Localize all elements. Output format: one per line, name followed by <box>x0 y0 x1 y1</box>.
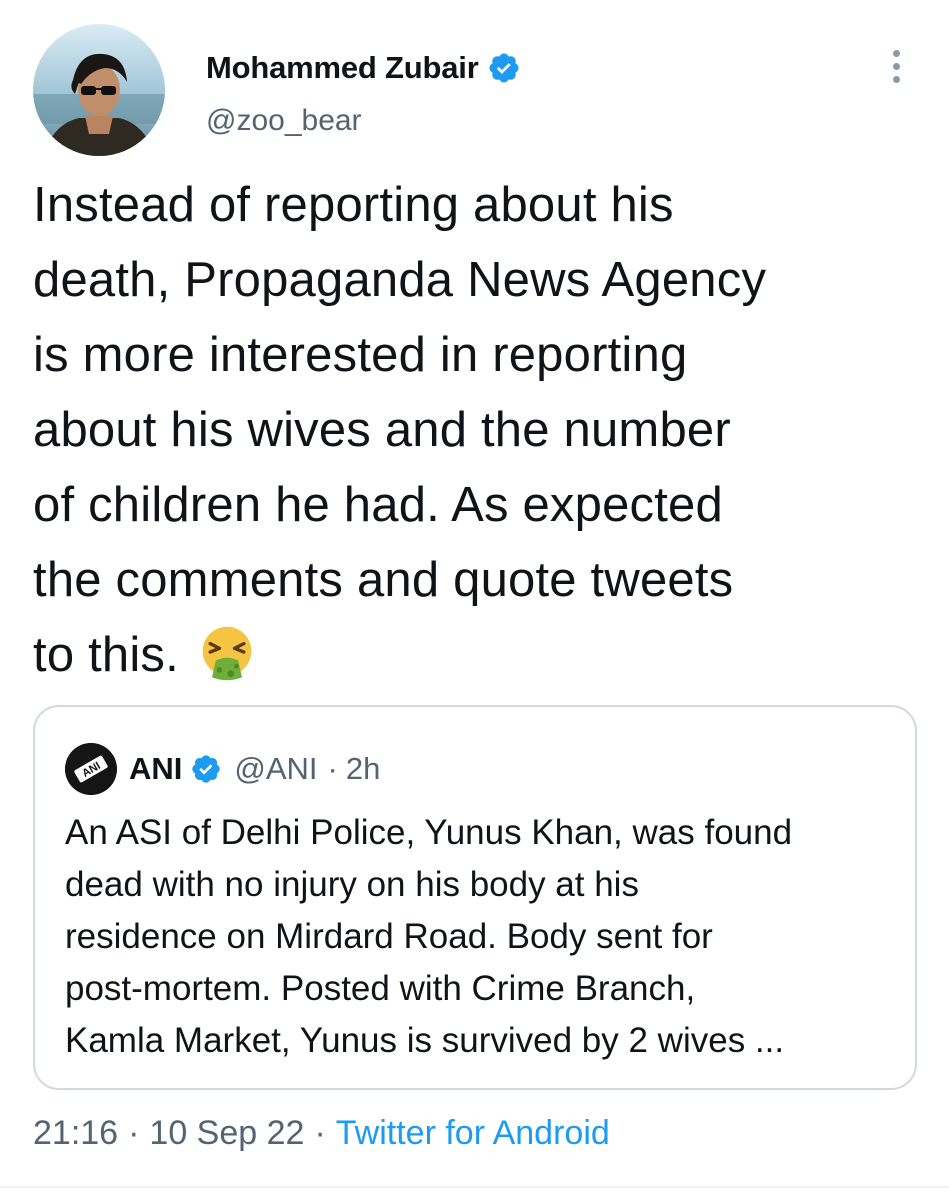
quoted-timestamp[interactable]: 2h <box>346 751 380 787</box>
tweet-footer: 21:16 · 10 Sep 22 · Twitter for Android <box>33 1108 610 1158</box>
tweet-text: Instead of reporting about his death, Pr… <box>33 168 923 693</box>
quoted-tweet-header: ANI ANI @ANI · 2h <box>65 743 380 795</box>
quoted-text-line: dead with no injury on his body at his <box>65 865 639 904</box>
tweet-time[interactable]: 21:16 <box>33 1114 118 1153</box>
quoted-text-line: An ASI of Delhi Police, Yunus Khan, was … <box>65 813 793 852</box>
quoted-separator: · <box>327 751 338 786</box>
verified-badge-icon <box>192 755 221 783</box>
footer-separator: · <box>128 1113 140 1152</box>
quoted-author-handle[interactable]: @ANI <box>234 751 317 787</box>
quoted-author-name[interactable]: ANI <box>129 751 182 787</box>
tweet-source-link[interactable]: Twitter for Android <box>336 1114 610 1153</box>
quoted-text-line: residence on Mirdard Road. Body sent for <box>65 917 713 956</box>
face-vomiting-icon <box>202 626 252 681</box>
tweet-text-line: Instead of reporting about his <box>33 178 674 232</box>
author-name[interactable]: Mohammed Zubair <box>206 50 479 86</box>
tweet-text-line: to this. <box>33 628 179 682</box>
author-name-row: Mohammed Zubair <box>206 46 521 90</box>
verified-badge-icon <box>489 53 519 83</box>
quoted-tweet-text: An ASI of Delhi Police, Yunus Khan, was … <box>65 807 895 1067</box>
tweet-text-line: is more interested in reporting <box>33 328 688 382</box>
footer-separator: · <box>314 1113 326 1152</box>
quoted-text-line: Kamla Market, Yunus is survived by 2 wiv… <box>65 1021 785 1060</box>
tweet-text-line: the comments and quote tweets <box>33 553 734 607</box>
more-options-icon[interactable] <box>876 46 916 86</box>
author-avatar[interactable] <box>33 24 165 156</box>
quoted-tweet-card[interactable]: ANI ANI @ANI · 2h An ASI of Delhi Police… <box>33 705 917 1090</box>
author-handle[interactable]: @zoo_bear <box>206 104 362 138</box>
divider <box>0 1186 949 1188</box>
tweet-text-line: about his wives and the number <box>33 403 731 457</box>
quoted-text-line: post-mortem. Posted with Crime Branch, <box>65 969 696 1008</box>
tweet-date[interactable]: 10 Sep 22 <box>149 1114 304 1153</box>
tweet-text-line: of children he had. As expected <box>33 478 723 532</box>
tweet-text-last-line: to this. <box>33 618 923 693</box>
tweet-text-line: death, Propaganda News Agency <box>33 253 767 307</box>
tweet: Mohammed Zubair @zoo_bear Instead of rep… <box>0 0 949 1200</box>
quoted-author-avatar[interactable]: ANI <box>65 743 117 795</box>
